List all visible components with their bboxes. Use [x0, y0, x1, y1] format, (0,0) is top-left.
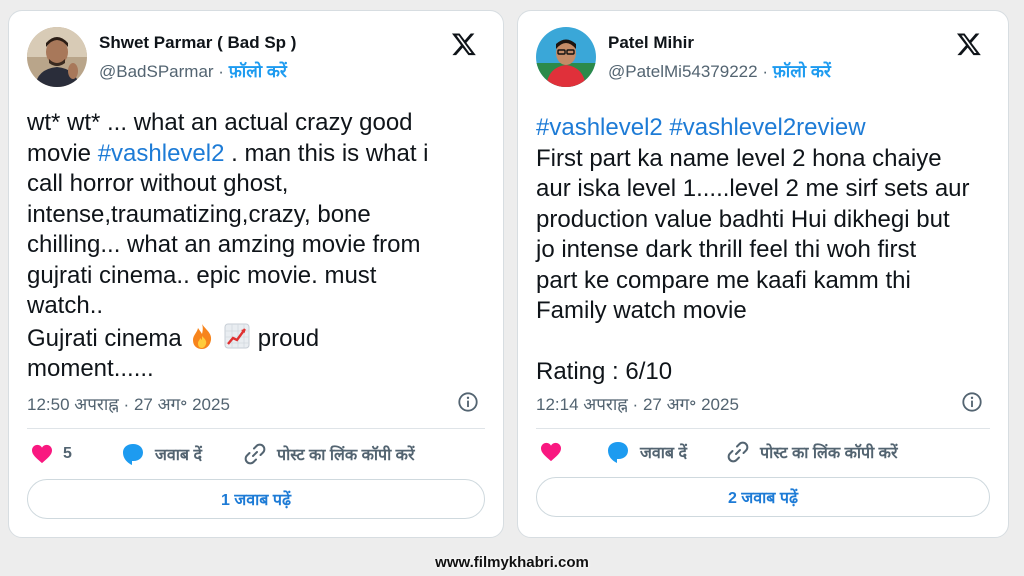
timestamp[interactable]: 12:14 अपराह्न · 27 अग॰ 2025: [536, 392, 739, 415]
divider: [27, 428, 485, 429]
reply-button[interactable]: जवाब दें: [121, 439, 202, 469]
tweet-header: Patel Mihir @PatelMi54379222 · फ़ॉलो करे…: [536, 27, 990, 91]
hashtag-link[interactable]: #vashlevel2review: [669, 114, 865, 141]
text-line: #vashlevel2 #vashlevel2review: [536, 113, 992, 144]
tweet-card: Patel Mihir @PatelMi54379222 · फ़ॉलो करे…: [517, 10, 1009, 538]
handle-row: @PatelMi54379222 · फ़ॉलो करें: [608, 59, 831, 82]
text-line: [536, 327, 992, 358]
timestamp[interactable]: 12:50 अपराह्न · 27 अग॰ 2025: [27, 392, 230, 415]
info-icon[interactable]: [457, 391, 479, 413]
action-bar: 5 जवाब दें पोस्ट का लिंक कॉपी करें: [27, 439, 485, 469]
reply-bubble-icon: [123, 444, 143, 465]
avatar[interactable]: [536, 27, 596, 87]
copy-link-label: पोस्ट का लिंक कॉपी करें: [760, 445, 898, 462]
x-logo-icon[interactable]: [956, 31, 982, 57]
copy-link-button[interactable]: पोस्ट का लिंक कॉपी करें: [726, 437, 898, 467]
follow-button[interactable]: फ़ॉलो करें: [773, 62, 831, 81]
copy-link-button[interactable]: पोस्ट का लिंक कॉपी करें: [243, 439, 415, 469]
info-icon[interactable]: [961, 391, 983, 413]
text-line: aur iska level 1.....level 2 me sirf set…: [536, 175, 970, 202]
text-fragment: Gujrati cinema: [27, 324, 189, 352]
link-icon: [244, 443, 266, 465]
chart-increasing-icon: [224, 323, 250, 348]
handle-row: @BadSParmar · फ़ॉलो करें: [99, 59, 287, 82]
author-handle[interactable]: @BadSParmar: [99, 62, 214, 81]
text-fragment: . man this is what i: [224, 139, 429, 167]
link-icon: [727, 441, 749, 463]
tweet-text: #vashlevel2 #vashlevel2review First part…: [536, 113, 992, 388]
reply-label: जवाब दें: [155, 447, 202, 464]
hashtag-link[interactable]: #vashlevel2: [536, 114, 663, 141]
follow-button[interactable]: फ़ॉलो करें: [229, 62, 287, 81]
like-button[interactable]: 5: [31, 439, 72, 469]
watermark: www.filmykhabri.com: [435, 554, 589, 571]
reply-bubble-icon: [608, 442, 628, 463]
read-replies-button[interactable]: 1 जवाब पढ़ें: [27, 479, 485, 519]
text-line: jo intense dark thrill feel thi woh firs…: [536, 236, 917, 263]
text-line: part ke compare me kaafi kamm thi: [536, 266, 911, 294]
text-line: Gujrati cinema proud: [27, 322, 487, 355]
reply-button[interactable]: जवाब दें: [606, 437, 687, 467]
separator: ·: [757, 62, 773, 81]
heart-icon: [541, 442, 561, 462]
author-name[interactable]: Patel Mihir: [608, 33, 694, 53]
author-name[interactable]: Shwet Parmar ( Bad Sp ): [99, 33, 296, 53]
text-fragment: movie: [27, 139, 98, 167]
read-replies-button[interactable]: 2 जवाब पढ़ें: [536, 477, 990, 517]
like-button[interactable]: [540, 437, 562, 467]
text-line: production value badhti Hui dikhegi but: [536, 205, 950, 233]
rating-line: Rating : 6/10: [536, 358, 673, 385]
divider: [536, 428, 990, 429]
text-line: wt* wt* ... what an actual crazy good: [27, 109, 413, 136]
text-line: intense,traumatizing,crazy, bone: [27, 200, 371, 228]
text-line: watch..: [27, 292, 104, 319]
text-line: First part ka name level 2 hona chaiye: [536, 144, 942, 172]
reply-label: जवाब दें: [640, 445, 687, 462]
avatar[interactable]: [27, 27, 87, 87]
copy-link-label: पोस्ट का लिंक कॉपी करें: [277, 447, 415, 464]
tweet-card: Shwet Parmar ( Bad Sp ) @BadSParmar · फ़…: [8, 10, 504, 538]
hashtag-link[interactable]: #vashlevel2: [98, 140, 225, 167]
tweet-header: Shwet Parmar ( Bad Sp ) @BadSParmar · फ़…: [27, 27, 485, 91]
text-line: chilling... what an amzing movie from: [27, 231, 421, 258]
text-line: gujrati cinema.. epic movie. must: [27, 261, 377, 289]
author-handle[interactable]: @PatelMi54379222: [608, 62, 758, 81]
fire-icon: [193, 323, 212, 349]
like-count: 5: [63, 445, 72, 462]
x-logo-icon[interactable]: [451, 31, 477, 57]
tweet-text: wt* wt* ... what an actual crazy good mo…: [27, 108, 487, 385]
heart-icon: [32, 444, 52, 464]
text-line: call horror without ghost,: [27, 170, 289, 197]
text-line: moment......: [27, 355, 154, 382]
action-bar: जवाब दें पोस्ट का लिंक कॉपी करें: [536, 437, 990, 467]
text-fragment: proud: [251, 324, 320, 352]
separator: ·: [213, 62, 229, 81]
text-line: Family watch movie: [536, 297, 747, 324]
text-line: movie #vashlevel2 . man this is what i: [27, 139, 487, 170]
